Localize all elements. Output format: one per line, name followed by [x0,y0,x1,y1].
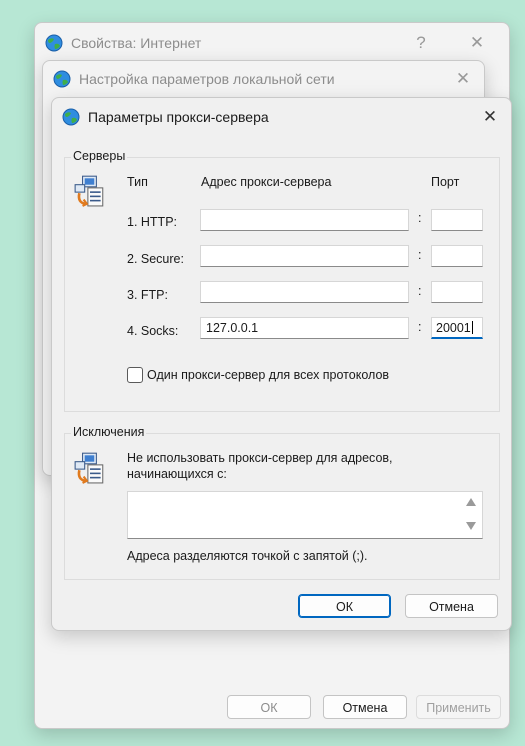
text-caret [471,321,473,334]
close-button[interactable]: ✕ [459,29,495,57]
socks-address-input[interactable]: 127.0.0.1 [200,317,409,339]
column-type-label: Тип [127,175,148,189]
close-button[interactable]: ✕ [472,103,508,131]
socks-label: 4. Socks: [127,324,179,338]
ftp-address-input[interactable] [200,281,409,303]
network-computers-icon [73,174,105,207]
ftp-port-input[interactable] [431,281,483,303]
secure-port-input[interactable] [431,245,483,267]
exceptions-hint: Адреса разделяются точкой с запятой (;). [127,549,368,563]
exceptions-group: Исключения Не использовать прокси-сервер… [64,425,500,580]
column-port-label: Порт [431,175,460,189]
socks-port-input[interactable]: 20001 [431,317,483,339]
globe-icon [62,108,80,126]
window-title: Настройка параметров локальной сети [79,71,335,87]
internet-properties-titlebar: Свойства: Интернет ? ✕ [35,23,509,63]
globe-icon [45,34,63,52]
ftp-label: 3. FTP: [127,288,168,302]
proxy-settings-dialog: Параметры прокси-сервера ✕ Серверы Тип А… [51,97,512,631]
exceptions-group-label: Исключения [71,425,147,439]
proxy-settings-titlebar: Параметры прокси-сервера ✕ [52,98,511,138]
scroll-down-arrow[interactable] [466,522,476,530]
help-button[interactable]: ? [403,29,439,57]
same-proxy-label[interactable]: Один прокси-сервер для всех протоколов [147,368,389,382]
exceptions-textarea[interactable] [127,491,483,539]
dialog-title: Параметры прокси-сервера [88,109,269,125]
close-button[interactable]: ✕ [445,65,481,93]
cancel-button[interactable]: Отмена [405,594,498,618]
exceptions-description-line1: Не использовать прокси-сервер для адресо… [127,451,393,465]
http-colon: : [418,211,422,225]
http-address-input[interactable] [200,209,409,231]
ftp-colon: : [418,284,422,298]
apply-button[interactable]: Применить [416,695,501,719]
socks-colon: : [418,320,422,334]
network-computers-icon [73,451,105,484]
ok-button[interactable]: ОК [227,695,311,719]
globe-icon [53,70,71,88]
servers-group: Серверы Тип Адрес прокси-сервера Порт 1.… [64,149,500,412]
http-port-input[interactable] [431,209,483,231]
servers-group-label: Серверы [71,149,128,163]
window-title: Свойства: Интернет [71,35,202,51]
secure-colon: : [418,248,422,262]
column-address-label: Адрес прокси-сервера [201,175,332,189]
exceptions-description-line2: начинающихся с: [127,467,227,481]
secure-label: 2. Secure: [127,252,184,266]
secure-address-input[interactable] [200,245,409,267]
scroll-up-arrow[interactable] [466,498,476,506]
socks-port-value: 20001 [436,321,471,335]
ok-button[interactable]: ОК [298,594,391,618]
cancel-button[interactable]: Отмена [323,695,407,719]
lan-settings-titlebar: Настройка параметров локальной сети ✕ [43,61,484,101]
http-label: 1. HTTP: [127,215,178,229]
same-proxy-checkbox[interactable] [127,367,143,383]
